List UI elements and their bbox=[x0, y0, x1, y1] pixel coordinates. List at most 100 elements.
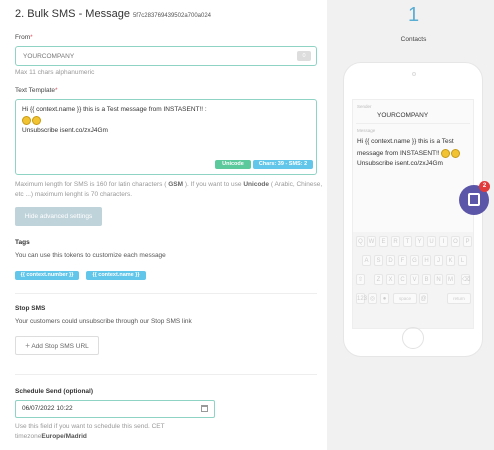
from-value: YOURCOMPANY bbox=[23, 53, 75, 60]
schedule-hint-prefix: timezone bbox=[15, 433, 42, 440]
key: U bbox=[427, 236, 436, 247]
preview-line-2-text: message from INSTASENT!! bbox=[357, 150, 440, 158]
globe-key-icon: ◎ bbox=[368, 293, 377, 304]
grinning-emoji-icon bbox=[22, 116, 31, 125]
screen-divider bbox=[356, 123, 470, 124]
key: A bbox=[362, 255, 371, 266]
template-label-text: Text Template bbox=[15, 87, 55, 94]
key: Q bbox=[356, 236, 365, 247]
from-label-text: From bbox=[15, 34, 31, 41]
schedule-hint: Use this field if you want to schedule t… bbox=[15, 422, 165, 442]
add-stop-sms-url-label: Add Stop SMS URL bbox=[31, 343, 89, 350]
grinning-emoji-icon bbox=[451, 149, 461, 158]
template-hint-part3: ( Arabic, Chinese, bbox=[270, 181, 323, 188]
chat-icon bbox=[468, 193, 480, 206]
key: V bbox=[410, 274, 419, 285]
phone-screen: Sender YOURCOMPANY Message Hi {{ context… bbox=[352, 99, 474, 329]
key: B bbox=[422, 274, 431, 285]
key: X bbox=[386, 274, 395, 285]
phone-camera bbox=[412, 72, 416, 76]
page-title: 2. Bulk SMS - Message 5f7c2837694395​02a7… bbox=[15, 8, 211, 20]
key: J bbox=[434, 255, 443, 266]
key: C bbox=[398, 274, 407, 285]
grinning-emoji-icon bbox=[441, 149, 451, 158]
template-line-2: Unsubscribe isent.co/zxJ4Gm bbox=[22, 127, 108, 134]
required-mark: * bbox=[30, 34, 33, 41]
stop-sms-label: Stop SMS bbox=[15, 305, 46, 312]
template-label: Text Template* bbox=[15, 87, 58, 94]
section-divider bbox=[15, 374, 317, 375]
key: T bbox=[403, 236, 412, 247]
contacts-count: 1 bbox=[407, 4, 420, 26]
numbers-key: 123 bbox=[356, 293, 367, 304]
preview-line-1: Hi {{ context.name }} this is a Test bbox=[357, 138, 454, 145]
key: L bbox=[458, 255, 467, 266]
chat-unread-badge: 2 bbox=[479, 181, 490, 192]
contacts-label: Contacts bbox=[400, 36, 427, 43]
schedule-date-value: 06/07/2022 10:22 bbox=[22, 405, 73, 412]
preview-line-2: message from INSTASENT!! bbox=[357, 149, 461, 158]
shift-key-icon: ⇧ bbox=[356, 274, 365, 285]
template-hint-part1: Maximum length for SMS is 160 for latin … bbox=[15, 181, 167, 188]
key: E bbox=[379, 236, 388, 247]
from-hint: Max 11 chars alphanumeric bbox=[15, 69, 95, 76]
tag-context-name[interactable]: {{ context.name }} bbox=[86, 271, 146, 280]
space-key: space bbox=[393, 293, 417, 304]
key: D bbox=[386, 255, 395, 266]
char-count-pill: Chars: 39 - SMS: 2 bbox=[253, 160, 313, 169]
schedule-label: Schedule Send (optional) bbox=[15, 388, 94, 395]
from-label: From* bbox=[15, 34, 33, 41]
key: M bbox=[446, 274, 455, 285]
key: Z bbox=[374, 274, 383, 285]
key: N bbox=[434, 274, 443, 285]
add-stop-sms-url-button[interactable]: + Add Stop SMS URL bbox=[15, 336, 99, 355]
key: P bbox=[463, 236, 472, 247]
sender-label: Sender bbox=[357, 104, 372, 109]
from-char-count: 0 bbox=[297, 51, 311, 61]
tag-context-number[interactable]: {{ context.number }} bbox=[15, 271, 79, 280]
template-hint-line2: etc ...) maximum lenght is 70 characters… bbox=[15, 191, 133, 198]
template-hint: Maximum length for SMS is 160 for latin … bbox=[15, 180, 322, 200]
key: R bbox=[391, 236, 400, 247]
stop-sms-hint: Your customers could unsubscribe through… bbox=[15, 318, 192, 325]
form-panel: 2. Bulk SMS - Message 5f7c2837694395​02a7… bbox=[0, 0, 327, 450]
tags-label: Tags bbox=[15, 239, 30, 246]
schedule-hint-line1: Use this field if you want to schedule t… bbox=[15, 423, 165, 430]
schedule-date-input[interactable]: 06/07/2022 10:22 bbox=[15, 400, 215, 418]
preview-panel: 1 Contacts Sender YOURCOMPANY Message Hi… bbox=[333, 0, 494, 450]
message-id: 5f7c2837694395​02a700a024 bbox=[132, 13, 212, 19]
template-hint-part2: ). If you want to use bbox=[184, 181, 242, 188]
from-input[interactable]: YOURCOMPANY 0 bbox=[15, 46, 317, 66]
template-hint-unicode: Unicode bbox=[243, 181, 270, 188]
key: S bbox=[374, 255, 383, 266]
sender-value: YOURCOMPANY bbox=[377, 112, 429, 119]
template-hint-gsm: GSM bbox=[168, 181, 183, 188]
hide-advanced-settings-button[interactable]: Hide advanced settings bbox=[15, 207, 102, 226]
section-divider bbox=[15, 293, 317, 294]
template-line-1: Hi {{ context.name }} this is a Test mes… bbox=[22, 106, 207, 113]
grinning-emoji-icon bbox=[32, 116, 41, 125]
template-emojis bbox=[22, 116, 42, 125]
key: W bbox=[367, 236, 376, 247]
calendar-icon[interactable] bbox=[201, 405, 208, 412]
unicode-pill: Unicode bbox=[215, 160, 251, 169]
message-label: Message bbox=[357, 128, 376, 133]
mic-key-icon: ● bbox=[380, 293, 389, 304]
tags-hint: You can use this tokens to customize eac… bbox=[15, 252, 166, 259]
preview-line-3: Unsubscribe isent.co/zxJ4Gm bbox=[357, 160, 443, 167]
template-textarea[interactable]: Hi {{ context.name }} this is a Test mes… bbox=[15, 99, 317, 175]
phone-keyboard: Q W E R T Y U I O P A S D F G H J K L ⇧ bbox=[353, 232, 473, 328]
backspace-key-icon: ⌫ bbox=[461, 274, 470, 285]
key: Y bbox=[415, 236, 424, 247]
home-button bbox=[402, 327, 424, 349]
at-key: @ bbox=[419, 293, 428, 304]
key: K bbox=[446, 255, 455, 266]
return-key: return bbox=[447, 293, 471, 304]
page-title-text: 2. Bulk SMS - Message bbox=[15, 8, 130, 20]
key: H bbox=[422, 255, 431, 266]
key: F bbox=[398, 255, 407, 266]
key: G bbox=[410, 255, 419, 266]
key: O bbox=[451, 236, 460, 247]
plus-icon: + bbox=[25, 341, 30, 350]
schedule-timezone: Europe/Madrid bbox=[41, 433, 87, 440]
